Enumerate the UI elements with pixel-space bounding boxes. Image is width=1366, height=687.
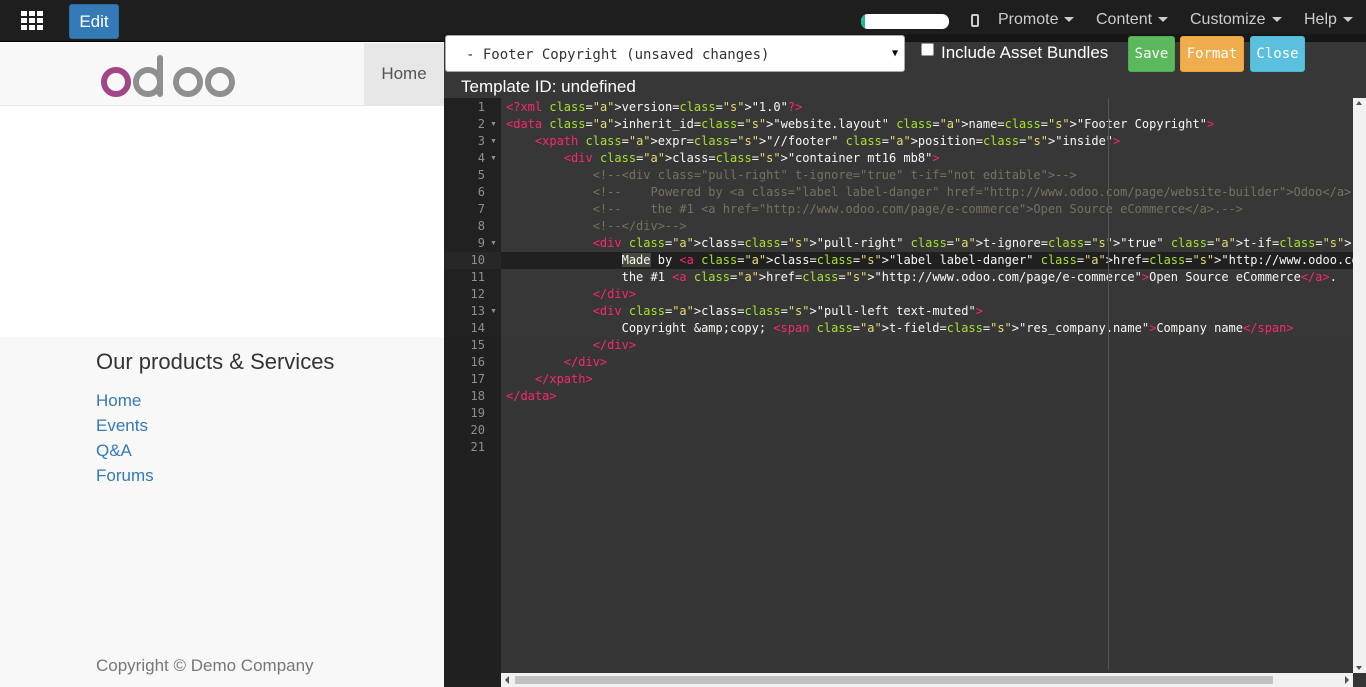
footer-copyright: Copyright © Demo Company — [96, 656, 314, 675]
fold-toggle-icon[interactable]: ▼ — [490, 303, 497, 320]
chevron-down-icon — [1271, 17, 1282, 23]
line-number: 2 — [477, 117, 485, 131]
line-number: 5 — [477, 168, 485, 182]
template-id-label: Template ID: undefined — [461, 77, 636, 96]
line-number: 4 — [477, 151, 485, 165]
scroll-left-arrow-icon[interactable] — [505, 676, 509, 684]
apps-grid-icon[interactable] — [21, 11, 43, 31]
footer-link-qa[interactable]: Q&A — [96, 441, 132, 461]
chevron-down-icon — [1158, 17, 1169, 23]
line-number: 18 — [470, 389, 485, 403]
chevron-down-icon — [1342, 17, 1353, 23]
code-line[interactable]: <div class="a">class=class="s">"pull-lef… — [506, 303, 983, 320]
line-number: 10 — [470, 253, 485, 267]
website-header: Home — [0, 43, 444, 106]
progress-fill — [861, 14, 866, 29]
html-editor-panel: - Footer Copyright (unsaved changes) ▼ I… — [444, 34, 1366, 687]
fold-toggle-icon[interactable]: ▼ — [490, 150, 497, 167]
footer-heading: Our products & Services — [96, 349, 335, 374]
line-number-gutter: 1 2 ▼ 3 ▼ 4 ▼ 5 6 7 8 9 ▼ 10 11 12 13 ▼ 14 15 16 17 18 19 20 21 — [444, 98, 501, 687]
line-number: 9 — [477, 236, 485, 250]
code-line[interactable]: <?xml class="a">version=class="s">"1.0"?… — [506, 99, 802, 116]
line-number: 1 — [477, 100, 485, 114]
code-line[interactable]: </div> — [506, 337, 636, 354]
menu-help[interactable]: Help — [1304, 11, 1353, 29]
code-line[interactable]: </data> — [506, 388, 557, 405]
odoo-logo[interactable] — [100, 52, 236, 98]
fold-toggle-icon[interactable]: ▼ — [490, 116, 497, 133]
line-number: 11 — [470, 270, 485, 284]
include-asset-bundles-checkbox[interactable] — [921, 43, 934, 56]
code-line[interactable]: </div> — [506, 354, 607, 371]
line-number: 7 — [477, 202, 485, 216]
code-line[interactable]: <!--</div>--> — [506, 218, 687, 235]
mobile-preview-icon[interactable] — [971, 14, 979, 27]
menu-promote-label: Promote — [998, 11, 1059, 28]
fold-toggle-icon[interactable]: ▼ — [490, 235, 497, 252]
progress-bar — [861, 14, 949, 29]
nav-home[interactable]: Home — [364, 43, 444, 105]
code-line[interactable]: </div> — [506, 286, 636, 303]
line-number: 12 — [470, 287, 485, 301]
template-select[interactable]: - Footer Copyright (unsaved changes) ▼ — [445, 35, 905, 72]
save-button[interactable]: Save — [1128, 36, 1175, 72]
line-number: 3 — [477, 134, 485, 148]
menu-customize[interactable]: Customize — [1190, 11, 1282, 29]
line-number: 6 — [477, 185, 485, 199]
line-number: 16 — [470, 355, 485, 369]
code-line[interactable]: <div class="a">class=class="s">"pull-rig… — [506, 235, 1353, 252]
close-button[interactable]: Close — [1250, 36, 1305, 72]
footer-link-forums[interactable]: Forums — [96, 466, 154, 486]
scroll-down-arrow-icon[interactable] — [1356, 666, 1362, 670]
template-select-value: - Footer Copyright (unsaved changes) — [466, 47, 770, 63]
code-line[interactable]: <div class="a">class=class="s">"containe… — [506, 150, 940, 167]
code-line[interactable]: </xpath> — [506, 371, 593, 388]
line-number: 15 — [470, 338, 485, 352]
format-button[interactable]: Format — [1180, 36, 1244, 72]
code-line[interactable]: <xpath class="a">expr=class="s">"//foote… — [506, 133, 1120, 150]
menu-content[interactable]: Content — [1096, 11, 1169, 29]
code-line[interactable]: <!-- the #1 <a href="http://www.odoo.com… — [506, 201, 1243, 218]
line-number: 13 — [470, 304, 485, 318]
vertical-scrollbar[interactable] — [1353, 98, 1366, 673]
edit-button[interactable]: Edit — [69, 4, 119, 39]
print-margin-line — [1108, 98, 1109, 670]
code-line[interactable]: <!--<div class="pull-right" t-ignore="tr… — [506, 167, 1077, 184]
horizontal-scrollbar-thumb[interactable] — [515, 676, 1273, 684]
menu-promote[interactable]: Promote — [998, 11, 1075, 29]
line-number: 21 — [470, 440, 485, 454]
line-number: 19 — [470, 406, 485, 420]
menu-customize-label: Customize — [1190, 11, 1266, 28]
code-line[interactable]: Copyright &amp;copy; <span class="a">t-f… — [506, 320, 1294, 337]
code-line[interactable]: Made by <a class="a">class=class="s">"la… — [506, 252, 1353, 269]
code-line[interactable]: <!-- Powered by <a class="label label-da… — [506, 184, 1353, 201]
footer-link-events[interactable]: Events — [96, 416, 148, 436]
chevron-down-icon: ▼ — [891, 48, 898, 59]
code-line[interactable]: the #1 <a class="a">href=class="s">"http… — [506, 269, 1337, 286]
scroll-up-arrow-icon[interactable] — [1356, 101, 1362, 105]
chevron-down-icon — [1064, 17, 1075, 23]
line-number: 17 — [470, 372, 485, 386]
line-number: 14 — [470, 321, 485, 335]
fold-toggle-icon[interactable]: ▼ — [490, 133, 497, 150]
menu-content-label: Content — [1096, 11, 1153, 28]
line-number: 8 — [477, 219, 485, 233]
line-number: 20 — [470, 423, 485, 437]
menu-help-label: Help — [1304, 11, 1337, 28]
code-editor[interactable]: <?xml class="a">version=class="s">"1.0"?… — [501, 98, 1353, 673]
include-asset-bundles-label: Include Asset Bundles — [941, 43, 1109, 62]
footer-link-home[interactable]: Home — [96, 391, 141, 411]
horizontal-scrollbar[interactable] — [501, 673, 1353, 687]
scroll-right-arrow-icon[interactable] — [1345, 676, 1349, 684]
